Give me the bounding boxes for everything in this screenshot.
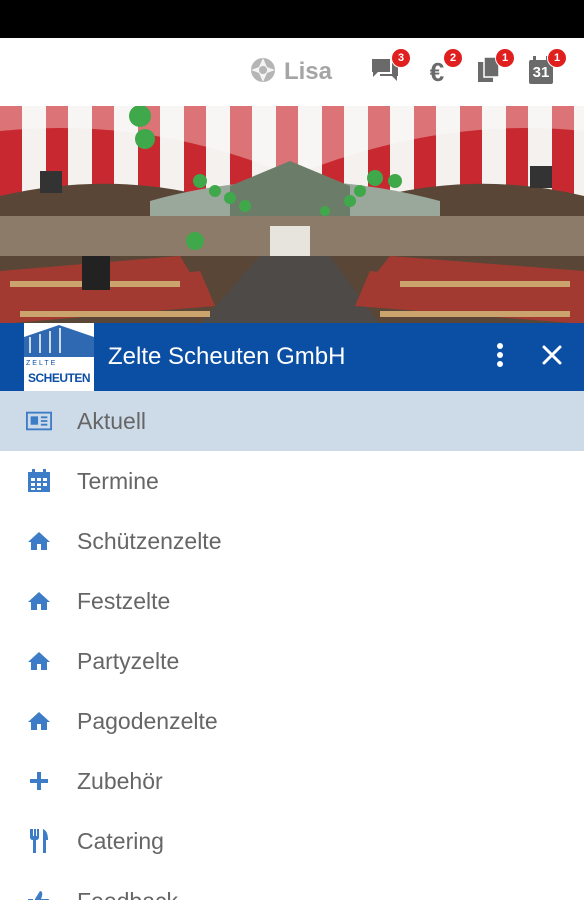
hero-image <box>0 106 584 324</box>
menu-item-catering[interactable]: Catering <box>0 811 584 871</box>
company-logo: ZELTE SCHEUTEN <box>24 323 94 391</box>
menu-item-label: Festzelte <box>77 587 171 614</box>
top-bar: Lisa 3 € 2 1 31 1 <box>0 38 584 106</box>
close-drawer-button[interactable] <box>532 337 572 377</box>
menu-item-label: Catering <box>77 827 164 854</box>
calendar-icon <box>26 468 52 494</box>
cutlery-icon <box>26 828 52 854</box>
thumbs-up-icon <box>26 888 52 900</box>
more-vert-icon <box>496 342 504 373</box>
newspaper-icon <box>26 408 52 434</box>
payments-button[interactable]: € 2 <box>420 49 462 89</box>
home-icon <box>26 528 52 554</box>
home-icon <box>26 648 52 674</box>
euro-icon: € <box>429 56 445 87</box>
payments-badge: 2 <box>444 49 462 67</box>
user-status-icon <box>250 57 276 88</box>
menu-item-label: Zubehör <box>77 767 163 794</box>
menu-item-aktuell[interactable]: Aktuell <box>0 391 584 451</box>
menu-item-label: Partyzelte <box>77 647 180 674</box>
menu-item-schuetzenzelte[interactable]: Schützenzelte <box>0 511 584 571</box>
logo-text: SCHEUTEN <box>27 371 91 385</box>
user-chip[interactable]: Lisa <box>250 57 332 88</box>
more-options-button[interactable] <box>480 337 520 377</box>
home-icon <box>26 588 52 614</box>
menu-item-label: Termine <box>77 467 159 494</box>
calendar-badge: 1 <box>548 49 566 67</box>
drawer-header: ZELTE SCHEUTEN Zelte Scheuten GmbH <box>0 323 584 391</box>
documents-badge: 1 <box>496 49 514 67</box>
logo-small-text: ZELTE <box>26 360 58 367</box>
plus-icon <box>26 768 52 794</box>
menu-item-label: Pagodenzelte <box>77 707 218 734</box>
messages-button[interactable]: 3 <box>368 49 410 89</box>
menu-item-zubehoer[interactable]: Zubehör <box>0 751 584 811</box>
menu-item-pagodenzelte[interactable]: Pagodenzelte <box>0 691 584 751</box>
menu-item-label: Aktuell <box>77 407 147 434</box>
menu-item-festzelte[interactable]: Festzelte <box>0 571 584 631</box>
menu-item-termine[interactable]: Termine <box>0 451 584 511</box>
status-bar <box>0 0 584 38</box>
user-name: Lisa <box>283 58 332 85</box>
drawer-title: Zelte Scheuten GmbH <box>108 343 346 370</box>
menu-item-label: Feedback <box>77 888 178 900</box>
menu-item-label: Schützenzelte <box>77 527 222 554</box>
close-icon <box>542 345 562 370</box>
calendar-button[interactable]: 31 1 <box>524 49 566 89</box>
messages-badge: 3 <box>392 49 410 67</box>
menu-item-partyzelte[interactable]: Partyzelte <box>0 631 584 691</box>
home-icon <box>26 708 52 734</box>
menu-item-feedback[interactable]: Feedback <box>0 871 584 900</box>
drawer-menu: Aktuell Termine Schützenzelte Festzelte … <box>0 391 584 900</box>
documents-button[interactable]: 1 <box>472 49 514 89</box>
